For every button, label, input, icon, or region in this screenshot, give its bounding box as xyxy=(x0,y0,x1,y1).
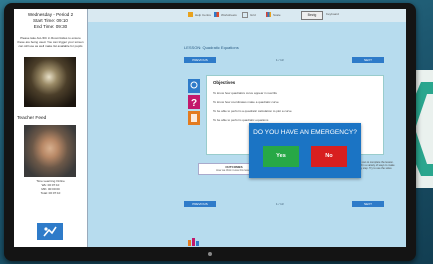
video-icon xyxy=(190,81,198,89)
next-button[interactable]: NEXT xyxy=(352,57,384,63)
toolbar-label: Keyboard xyxy=(326,12,339,16)
yes-button[interactable]: Yes xyxy=(263,146,299,167)
grid-icon xyxy=(242,12,248,18)
toolbar: Help Centre Worksheets Grid Scale Bezig … xyxy=(88,9,406,22)
webcam-indicator xyxy=(208,252,212,256)
page-indicator: 1 / 13 xyxy=(276,202,284,206)
teacher-camera-feed xyxy=(24,125,76,177)
worksheets-icon xyxy=(214,12,219,17)
objective-item: To be able to perform a quadratic calcul… xyxy=(213,109,292,113)
video-button[interactable] xyxy=(188,79,200,93)
emergency-question: DO YOU HAVE AN EMERGENCY? xyxy=(253,129,357,136)
toolbar-help-centre[interactable]: Help Centre xyxy=(188,12,211,17)
previous-button[interactable]: PREVIOUS xyxy=(184,57,216,63)
objective-item: To be able to perform quadratic equation… xyxy=(213,118,269,122)
top-navigation: PREVIOUS 1 / 13 NEXT xyxy=(184,57,384,63)
left-panel: Wednesday - Period 2 Start Time: 09:10 E… xyxy=(14,9,88,247)
notes-icon xyxy=(191,114,197,122)
stat-total: Total: 00:07:10 xyxy=(40,191,61,195)
toolbar-grid[interactable]: Grid xyxy=(242,12,256,18)
bottom-navigation: PREVIOUS 1 / 13 NEXT xyxy=(184,201,384,207)
svg-text:?: ? xyxy=(191,98,197,109)
emergency-help-icon xyxy=(43,226,57,237)
classroom-camera-feed xyxy=(24,57,76,107)
teacher-feed-label: Teacher Feed xyxy=(17,116,47,121)
screen: Wednesday - Period 2 Start Time: 09:10 E… xyxy=(14,9,406,247)
scale-icon xyxy=(266,12,271,17)
question-icon: ? xyxy=(191,98,197,109)
toolbar-label: Grid xyxy=(250,13,256,17)
emergency-dialog: DO YOU HAVE AN EMERGENCY? Yes No xyxy=(249,123,361,178)
toolbar-label: Scale xyxy=(273,12,281,17)
toolbar-label: Worksheets xyxy=(221,12,237,17)
emergency-help-button[interactable] xyxy=(37,223,63,240)
teacher-note: Please take ALL/DC in Room/Aides to ensu… xyxy=(17,36,84,48)
toolbar-worksheets[interactable]: Worksheets xyxy=(214,12,237,17)
schedule: Wednesday - Period 2 Start Time: 09:10 E… xyxy=(14,12,87,30)
brand-logo-icon xyxy=(188,238,199,246)
monitor: Wednesday - Period 2 Start Time: 09:10 E… xyxy=(4,3,416,261)
page-indicator: 1 / 13 xyxy=(276,58,284,62)
previous-button[interactable]: PREVIOUS xyxy=(184,201,216,207)
objectives-title: Objectives xyxy=(213,80,236,85)
toolbar-label: Help Centre xyxy=(195,12,212,17)
toolbar-keyboard[interactable]: Keyboard xyxy=(326,12,339,16)
no-button[interactable]: No xyxy=(311,146,347,167)
learning-stats: Time Learning Online Wk: 00:07:10 Mth: 0… xyxy=(14,179,87,195)
bezig-button[interactable]: Bezig xyxy=(301,11,323,20)
lesson-title: LESSON: Quadratic Equations xyxy=(184,45,239,50)
objective-item: To know how coordinates make a quadratic… xyxy=(213,100,279,104)
question-button[interactable]: ? xyxy=(188,95,200,109)
next-button[interactable]: NEXT xyxy=(352,201,384,207)
notes-button[interactable] xyxy=(188,111,200,125)
schedule-end: End Time: 09:30 xyxy=(33,24,68,29)
help-centre-icon xyxy=(188,12,193,17)
objective-item: To know how quadratics curve appear in r… xyxy=(213,91,278,95)
toolbar-scale[interactable]: Scale xyxy=(266,12,281,17)
